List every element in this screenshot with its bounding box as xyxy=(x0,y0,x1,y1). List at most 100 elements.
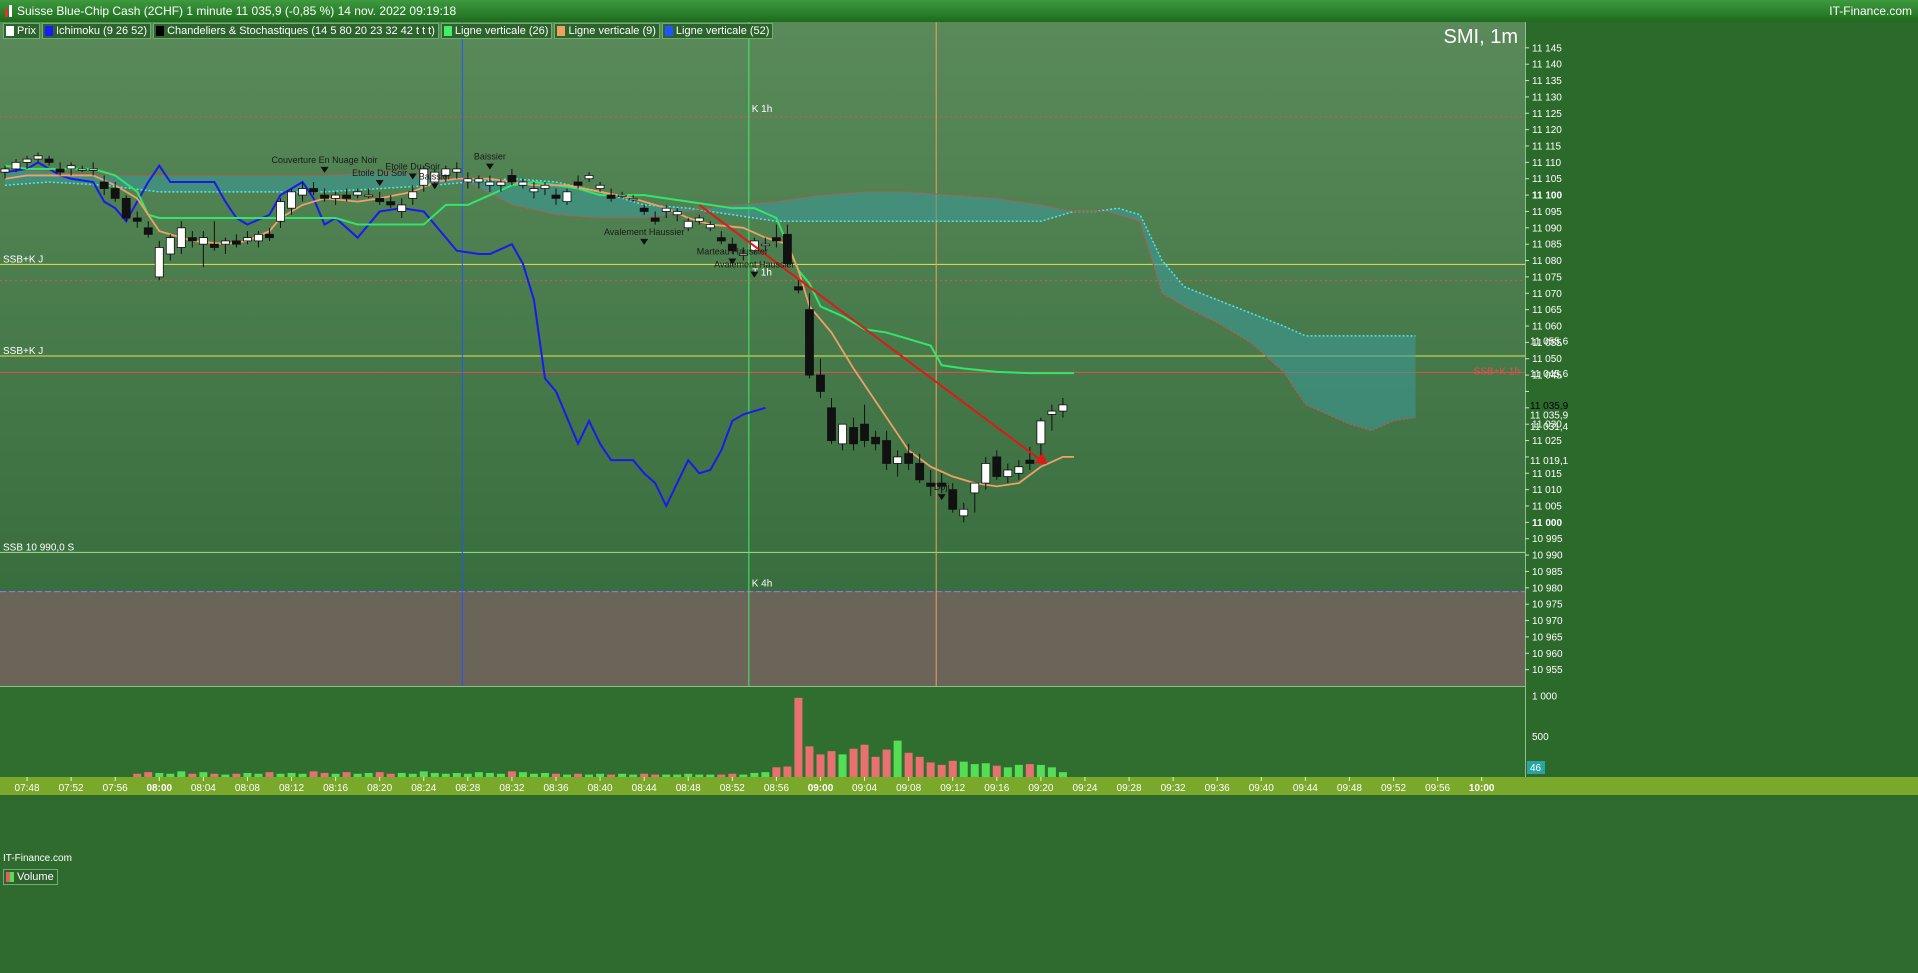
candle xyxy=(287,191,296,209)
price-tick-label: 11 065 xyxy=(1532,305,1562,316)
candle xyxy=(606,194,616,199)
candle xyxy=(628,197,638,201)
volume-bar xyxy=(254,773,263,777)
chart-canvas[interactable]: SSB+K J SSB+K J SSB 10 990,0 S SSB+K 1h K 1h… xyxy=(0,22,1918,973)
volume-tick-label: 500 xyxy=(1532,732,1549,743)
volume-bar xyxy=(430,772,439,777)
volume-bar xyxy=(948,760,957,777)
volume-bar xyxy=(463,773,472,777)
volume-bar xyxy=(596,773,605,777)
time-tick-label: 09:56 xyxy=(1425,783,1450,794)
volume-bar xyxy=(871,756,880,777)
volume-bar xyxy=(629,774,638,777)
price-tick-label: 11 120 xyxy=(1532,125,1562,136)
time-tick-label: 08:36 xyxy=(543,783,568,794)
volume-bar xyxy=(144,772,153,777)
candle xyxy=(0,168,10,173)
volume-bar xyxy=(794,697,803,777)
candle xyxy=(772,237,781,242)
candle xyxy=(243,237,252,242)
volume-bar xyxy=(695,774,704,777)
candle xyxy=(331,194,341,199)
candle xyxy=(364,194,374,197)
candle xyxy=(165,237,175,255)
legend-item-vline-26[interactable]: Ligne verticale (26) xyxy=(440,23,553,39)
pattern-annotation: Baissier xyxy=(474,152,506,162)
watermark-brand: IT-Finance.com xyxy=(3,853,72,864)
window-title: Suisse Blue-Chip Cash (2CHF) 1 minute 11… xyxy=(17,4,457,18)
volume-bar xyxy=(860,744,869,777)
candle xyxy=(99,181,109,189)
volume-bar xyxy=(375,772,384,777)
volume-bar xyxy=(926,762,935,777)
price-tick-label: 11 070 xyxy=(1532,289,1562,300)
candle xyxy=(860,423,869,441)
price-tick-label: 11 080 xyxy=(1532,256,1562,267)
legend-item-prix[interactable]: Prix xyxy=(3,23,40,39)
candle xyxy=(452,168,462,173)
volume-bar xyxy=(673,774,682,777)
level-label: SSB 10 990,0 S xyxy=(3,542,74,553)
price-tick-label: 10 955 xyxy=(1532,665,1563,676)
price-badge-label: 11 019,1 xyxy=(1530,456,1569,467)
volume-bar xyxy=(739,774,748,777)
volume-bar xyxy=(1014,764,1023,777)
volume-bar xyxy=(1003,767,1012,777)
volume-bar xyxy=(684,773,693,777)
price-tick-label: 11 100 xyxy=(1532,191,1562,202)
legend-item-chandeliers[interactable]: Chandeliers & Stochastiques (14 5 80 20 … xyxy=(153,23,439,39)
time-tick-label: 09:16 xyxy=(984,783,1009,794)
legend-item-ichimoku[interactable]: Ichimoku (9 26 52) xyxy=(41,23,152,39)
price-tick-label: 11 000 xyxy=(1532,518,1562,529)
legend-swatch-icon xyxy=(156,26,165,36)
candle xyxy=(518,181,528,186)
time-tick-label: 08:48 xyxy=(676,783,701,794)
candle xyxy=(507,175,517,183)
time-tick-label: 09:00 xyxy=(808,783,834,794)
price-tick-label: 11 025 xyxy=(1532,436,1562,447)
volume-bar xyxy=(452,772,461,777)
price-tick-label: 11 085 xyxy=(1532,240,1562,251)
time-tick-label: 08:24 xyxy=(411,783,436,794)
volume-bar xyxy=(772,767,781,777)
price-tick-label: 11 145 xyxy=(1532,43,1562,54)
candle xyxy=(661,207,671,212)
price-tick-label: 11 135 xyxy=(1532,76,1562,87)
level-label: K 4h xyxy=(752,579,773,590)
candle xyxy=(121,197,131,219)
candle xyxy=(705,224,715,229)
volume-bar xyxy=(893,740,902,777)
volume-bar xyxy=(386,773,395,777)
time-tick-label: 09:04 xyxy=(852,783,877,794)
candle xyxy=(981,463,991,484)
time-tick-label: 08:28 xyxy=(455,783,480,794)
time-tick-label: 09:40 xyxy=(1249,783,1274,794)
candle xyxy=(948,489,958,510)
chart-app-icon xyxy=(5,5,13,17)
candle xyxy=(827,407,836,441)
level-label: SSB+K J xyxy=(3,346,43,357)
candle xyxy=(474,178,484,183)
volume-bar xyxy=(496,773,505,777)
price-badge-label: 11 055,6 xyxy=(1530,336,1569,347)
volume-bar xyxy=(981,763,990,777)
candle xyxy=(992,456,1002,477)
pattern-annotation: Doji xyxy=(934,482,950,492)
legend-item-vline-9[interactable]: Ligne verticale (9) xyxy=(554,23,660,39)
price-tick-label: 10 995 xyxy=(1532,534,1563,545)
price-axis-bg xyxy=(1525,22,1918,795)
price-badge-label: 11 045,6 xyxy=(1530,369,1569,380)
time-tick-label: 09:36 xyxy=(1205,783,1230,794)
volume-bar xyxy=(640,773,649,777)
candle xyxy=(1025,459,1035,464)
candle xyxy=(551,194,561,199)
candle xyxy=(408,191,418,199)
volume-bar xyxy=(287,772,296,777)
volume-legend[interactable]: Volume xyxy=(3,869,58,885)
volume-bar xyxy=(188,773,197,777)
legend-item-vline-52[interactable]: Ligne verticale (52) xyxy=(661,23,774,39)
candle xyxy=(805,309,814,376)
candle xyxy=(220,240,230,245)
time-tick-label: 07:52 xyxy=(59,783,84,794)
volume-bar xyxy=(529,773,538,777)
